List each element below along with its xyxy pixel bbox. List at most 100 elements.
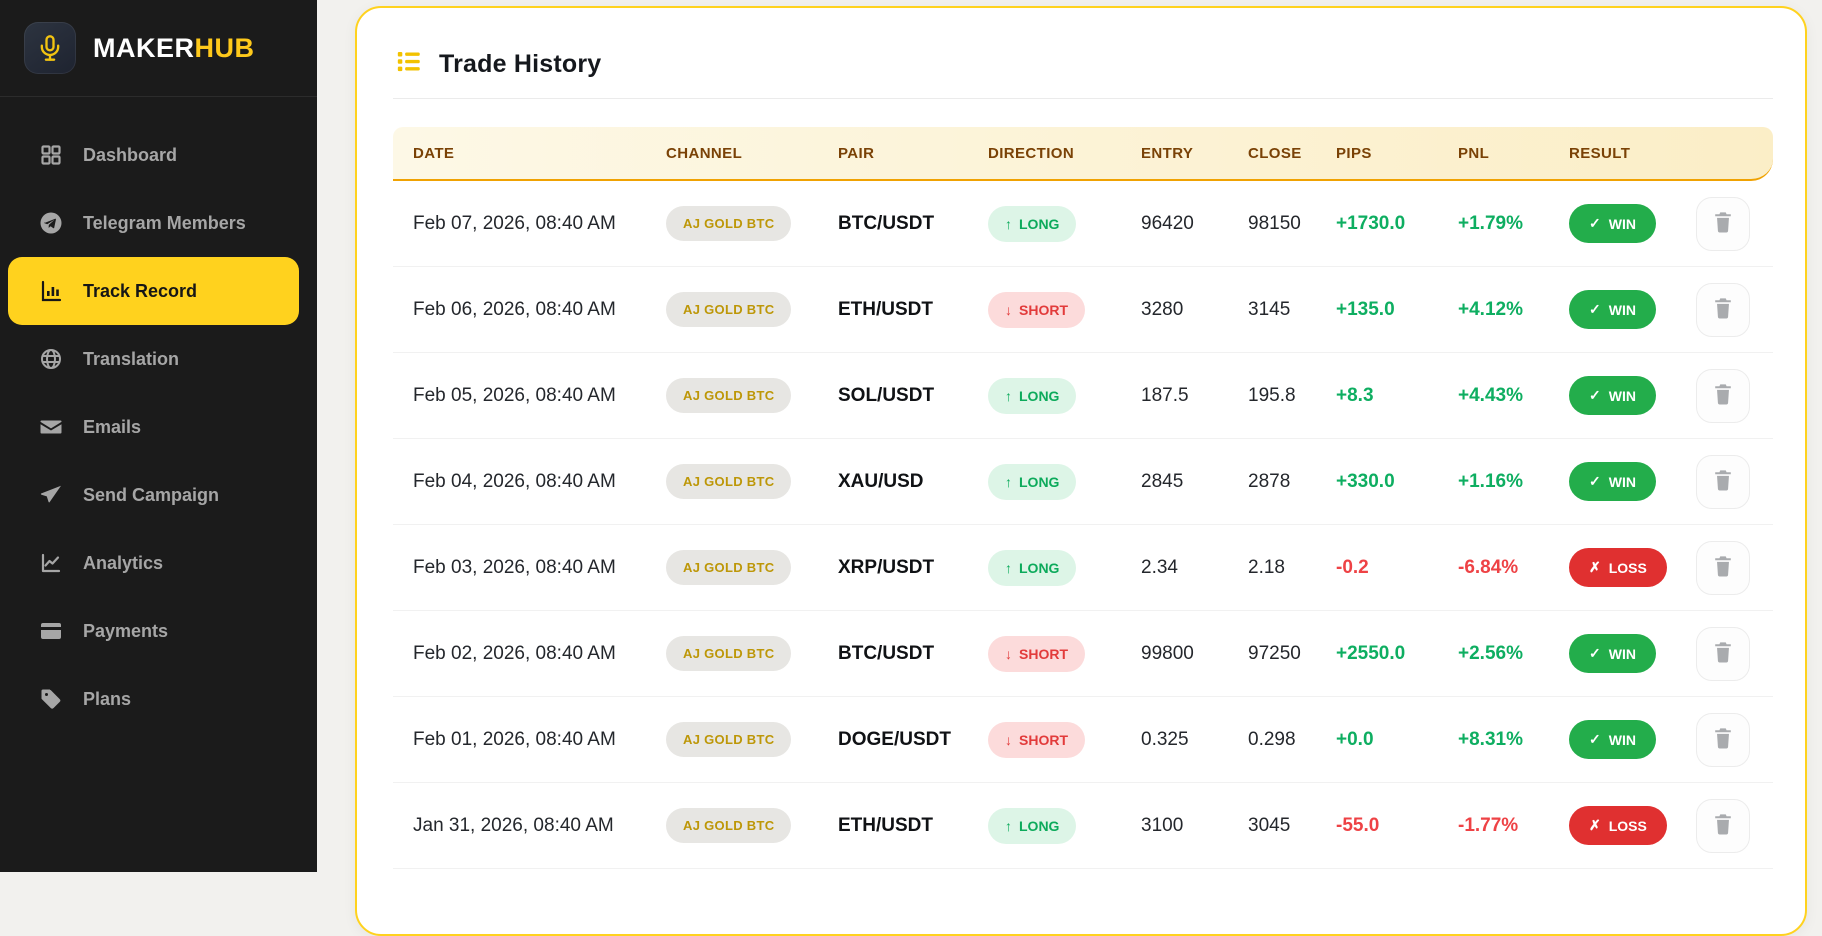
direction-cell: ↑ LONG bbox=[968, 205, 1121, 242]
pnl-cell: -6.84% bbox=[1458, 556, 1519, 578]
tag-icon bbox=[38, 686, 64, 712]
entry-cell: 3280 bbox=[1141, 298, 1184, 320]
channel-badge: AJ GOLD BTC bbox=[666, 464, 792, 499]
result-cell: ✓ WIN bbox=[1549, 634, 1673, 673]
actions-cell bbox=[1673, 626, 1773, 681]
pips-cell: +1730.0 bbox=[1336, 212, 1406, 234]
result-check-icon: ✓ bbox=[1589, 301, 1601, 317]
sidebar-item-translation[interactable]: Translation bbox=[8, 325, 299, 393]
sidebar-item-plans[interactable]: Plans bbox=[8, 665, 299, 733]
table-body: Feb 07, 2026, 08:40 AM AJ GOLD BTC BTC/U… bbox=[393, 181, 1773, 869]
microphone-icon bbox=[24, 22, 76, 74]
pnl-cell: +8.31% bbox=[1458, 728, 1523, 750]
channel-cell: AJ GOLD BTC bbox=[646, 206, 818, 241]
trade-date: Feb 05, 2026, 08:40 AM bbox=[413, 384, 616, 406]
direction-badge: ↑ LONG bbox=[988, 377, 1077, 414]
delete-trade-button[interactable] bbox=[1696, 626, 1750, 681]
paper-plane-icon bbox=[38, 482, 64, 508]
trade-date: Feb 06, 2026, 08:40 AM bbox=[413, 298, 616, 320]
direction-badge: ↓ SHORT bbox=[988, 721, 1085, 758]
pair-cell: BTC/USDT bbox=[838, 212, 935, 234]
actions-cell bbox=[1673, 454, 1773, 509]
channel-badge: AJ GOLD BTC bbox=[666, 722, 792, 757]
envelope-icon bbox=[38, 414, 64, 440]
channel-cell: AJ GOLD BTC bbox=[646, 808, 818, 843]
direction-label: SHORT bbox=[1019, 731, 1068, 748]
result-cell: ✓ WIN bbox=[1549, 290, 1673, 329]
sidebar-item-telegram-members[interactable]: Telegram Members bbox=[8, 189, 299, 257]
entry-cell: 3100 bbox=[1141, 814, 1184, 836]
sidebar-item-send-campaign[interactable]: Send Campaign bbox=[8, 461, 299, 529]
channel-badge: AJ GOLD BTC bbox=[666, 636, 792, 671]
result-badge: ✓ WIN bbox=[1569, 376, 1656, 415]
delete-trade-button[interactable] bbox=[1696, 712, 1750, 767]
column-header-pnl: PNL bbox=[1458, 144, 1490, 162]
close-cell: 3045 bbox=[1248, 814, 1291, 836]
sidebar-item-dashboard[interactable]: Dashboard bbox=[8, 121, 299, 189]
page-title: Trade History bbox=[439, 49, 602, 78]
result-label: WIN bbox=[1608, 387, 1636, 404]
table-row: Jan 31, 2026, 08:40 AM AJ GOLD BTC ETH/U… bbox=[393, 783, 1773, 869]
entry-cell: 187.5 bbox=[1141, 384, 1189, 406]
delete-trade-button[interactable] bbox=[1696, 368, 1750, 423]
pips-cell: -0.2 bbox=[1336, 556, 1369, 578]
line-chart-icon bbox=[38, 550, 64, 576]
pair-cell: ETH/USDT bbox=[838, 814, 933, 836]
bar-chart-icon bbox=[38, 278, 64, 304]
close-cell: 2878 bbox=[1248, 470, 1291, 492]
table-header-row: DATE CHANNEL PAIR DIRECTION ENTRY CLOSE PIPS PN… bbox=[393, 127, 1773, 181]
direction-cell: ↓ SHORT bbox=[968, 721, 1121, 758]
result-check-icon: ✓ bbox=[1589, 645, 1601, 661]
result-label: WIN bbox=[1608, 645, 1636, 662]
trash-icon bbox=[1712, 640, 1734, 667]
close-cell: 98150 bbox=[1248, 212, 1301, 234]
result-label: LOSS bbox=[1608, 559, 1647, 576]
close-cell: 97250 bbox=[1248, 642, 1301, 664]
trash-icon bbox=[1712, 210, 1734, 237]
trash-icon bbox=[1712, 382, 1734, 409]
direction-badge: ↑ LONG bbox=[988, 463, 1077, 500]
result-cell: ✓ WIN bbox=[1549, 462, 1673, 501]
direction-label: LONG bbox=[1019, 559, 1060, 576]
actions-cell bbox=[1673, 368, 1773, 423]
delete-trade-button[interactable] bbox=[1696, 798, 1750, 853]
channel-badge: AJ GOLD BTC bbox=[666, 378, 792, 413]
sidebar: MAKERHUB Dashboard Telegram Members Track … bbox=[0, 0, 317, 872]
sidebar-nav: Dashboard Telegram Members Track Record Tra… bbox=[0, 97, 317, 733]
trade-date: Feb 07, 2026, 08:40 AM bbox=[413, 212, 616, 234]
column-header-result: RESULT bbox=[1569, 144, 1631, 162]
result-check-icon: ✓ bbox=[1589, 473, 1601, 489]
direction-arrow-icon: ↑ bbox=[1005, 387, 1012, 404]
channel-badge: AJ GOLD BTC bbox=[666, 808, 792, 843]
sidebar-item-emails[interactable]: Emails bbox=[8, 393, 299, 461]
pips-cell: +8.3 bbox=[1336, 384, 1374, 406]
result-check-icon: ✗ bbox=[1589, 559, 1601, 575]
result-badge: ✗ LOSS bbox=[1569, 548, 1667, 587]
actions-cell bbox=[1673, 798, 1773, 853]
sidebar-item-track-record[interactable]: Track Record bbox=[8, 257, 299, 325]
direction-badge: ↑ LONG bbox=[988, 205, 1077, 242]
entry-cell: 2.34 bbox=[1141, 556, 1178, 578]
column-header-pair: PAIR bbox=[838, 144, 875, 162]
sidebar-item-label: Telegram Members bbox=[83, 212, 246, 233]
direction-arrow-icon: ↑ bbox=[1005, 559, 1012, 576]
delete-trade-button[interactable] bbox=[1696, 540, 1750, 595]
sidebar-item-label: Emails bbox=[83, 416, 142, 437]
sidebar-item-analytics[interactable]: Analytics bbox=[8, 529, 299, 597]
actions-cell bbox=[1673, 196, 1773, 251]
sidebar-item-label: Dashboard bbox=[83, 144, 178, 165]
sidebar-item-payments[interactable]: Payments bbox=[8, 597, 299, 665]
pair-cell: SOL/USDT bbox=[838, 384, 935, 406]
actions-cell bbox=[1673, 282, 1773, 337]
channel-cell: AJ GOLD BTC bbox=[646, 550, 818, 585]
trade-history-card: Trade History DATE CHANNEL PAIR DIRECTION EN… bbox=[355, 6, 1807, 936]
delete-trade-button[interactable] bbox=[1696, 454, 1750, 509]
delete-trade-button[interactable] bbox=[1696, 282, 1750, 337]
direction-cell: ↑ LONG bbox=[968, 549, 1121, 586]
brand-name: MAKERHUB bbox=[93, 33, 255, 64]
close-cell: 2.18 bbox=[1248, 556, 1285, 578]
pair-cell: DOGE/USDT bbox=[838, 728, 951, 750]
column-header-entry: ENTRY bbox=[1141, 144, 1194, 162]
delete-trade-button[interactable] bbox=[1696, 196, 1750, 251]
result-check-icon: ✓ bbox=[1589, 731, 1601, 747]
